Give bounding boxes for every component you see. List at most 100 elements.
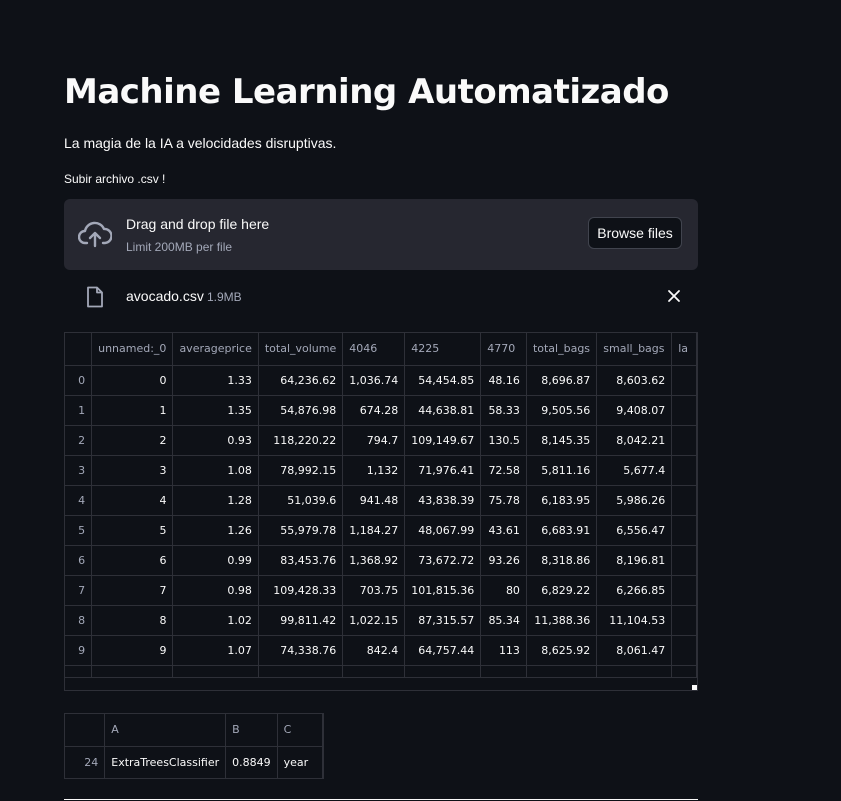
table-cell[interactable]: 1,132	[342, 455, 406, 486]
table-cell[interactable]	[671, 365, 697, 396]
table-cell[interactable]: 74,338.76	[258, 635, 344, 666]
table-cell[interactable]: 7	[91, 575, 174, 606]
table-cell[interactable]: 2	[91, 425, 174, 456]
table-cell[interactable]: 85.34	[480, 605, 527, 636]
table-cell[interactable]: 64,236.62	[258, 365, 344, 396]
table-cell[interactable]: 51,039.6	[258, 485, 344, 516]
table-cell[interactable]: 9,408.07	[596, 395, 673, 426]
table-cell[interactable]: 1,036.74	[342, 365, 406, 396]
table-cell[interactable]: 5,986.26	[596, 485, 673, 516]
table-cell[interactable]: 44,638.81	[404, 395, 482, 426]
table-cell[interactable]	[596, 665, 673, 678]
table-cell[interactable]: 1.28	[172, 485, 259, 516]
column-header[interactable]: B	[225, 714, 278, 747]
table-cell[interactable]: 1.26	[172, 515, 259, 546]
column-header[interactable]: small_bags	[596, 333, 673, 366]
column-header[interactable]: averageprice	[172, 333, 259, 366]
table-cell[interactable]: 118,220.22	[258, 425, 344, 456]
table-cell[interactable]: 5	[91, 515, 174, 546]
table-cell[interactable]: 6,266.85	[596, 575, 673, 606]
table-cell[interactable]: 93.26	[480, 545, 527, 576]
table-cell[interactable]	[671, 575, 697, 606]
table-cell[interactable]: 43,838.39	[404, 485, 482, 516]
table-cell[interactable]	[671, 425, 697, 456]
table-cell[interactable]: 54,454.85	[404, 365, 482, 396]
table-cell[interactable]	[671, 455, 697, 486]
table-cell[interactable]: 72.58	[480, 455, 527, 486]
table-cell[interactable]: 48.16	[480, 365, 527, 396]
table-cell[interactable]: 794.7	[342, 425, 406, 456]
table-cell[interactable]: 11,104.53	[596, 605, 673, 636]
table-cell[interactable]: 9	[91, 635, 174, 666]
table-cell[interactable]: 99,811.42	[258, 605, 344, 636]
table-cell[interactable]: 0	[91, 365, 174, 396]
table-cell[interactable]	[671, 515, 697, 546]
table-cell[interactable]: 75.78	[480, 485, 527, 516]
table-cell[interactable]: 8,042.21	[596, 425, 673, 456]
table-cell[interactable]	[480, 665, 527, 678]
column-header[interactable]: 4770	[480, 333, 527, 366]
table-cell[interactable]: 9,505.56	[526, 395, 598, 426]
table-cell[interactable]: 8,061.47	[596, 635, 673, 666]
table-cell[interactable]: 8,145.35	[526, 425, 598, 456]
table-cell[interactable]: 73,672.72	[404, 545, 482, 576]
table-cell[interactable]: 1.33	[172, 365, 259, 396]
column-header[interactable]: 4225	[404, 333, 482, 366]
table-cell[interactable]: 113	[480, 635, 527, 666]
column-header[interactable]: total_bags	[526, 333, 598, 366]
table-cell[interactable]: 58.33	[480, 395, 527, 426]
table-cell[interactable]: 8,625.92	[526, 635, 598, 666]
table-cell[interactable]: 0.98	[172, 575, 259, 606]
table-cell[interactable]: 1.02	[172, 605, 259, 636]
table-cell[interactable]	[258, 665, 344, 678]
table-cell[interactable]: 8,603.62	[596, 365, 673, 396]
table-cell[interactable]: 5,811.16	[526, 455, 598, 486]
column-header[interactable]: 4046	[342, 333, 406, 366]
table-cell[interactable]: 64,757.44	[404, 635, 482, 666]
table-cell[interactable]: 1,184.27	[342, 515, 406, 546]
table-cell[interactable]: 43.61	[480, 515, 527, 546]
table-cell[interactable]: 55,979.78	[258, 515, 344, 546]
table-cell[interactable]: 83,453.76	[258, 545, 344, 576]
table-cell[interactable]: 4	[91, 485, 174, 516]
table-cell[interactable]: 3	[91, 455, 174, 486]
table-cell[interactable]: 5,677.4	[596, 455, 673, 486]
table-cell[interactable]: 941.48	[342, 485, 406, 516]
table-cell[interactable]: 71,976.41	[404, 455, 482, 486]
table-cell[interactable]: year	[277, 746, 323, 778]
column-header[interactable]: unnamed:_0	[91, 333, 174, 366]
table-cell[interactable]: 8,318.86	[526, 545, 598, 576]
table-cell[interactable]: 101,815.36	[404, 575, 482, 606]
table-cell[interactable]: 6,829.22	[526, 575, 598, 606]
column-header[interactable]: total_volume	[258, 333, 344, 366]
table-cell[interactable]	[671, 605, 697, 636]
table-cell[interactable]: 6,683.91	[526, 515, 598, 546]
table-cell[interactable]: 8	[91, 605, 174, 636]
table-cell[interactable]	[342, 665, 406, 678]
table-cell[interactable]: 703.75	[342, 575, 406, 606]
column-header[interactable]: A	[104, 714, 227, 747]
table-cell[interactable]	[671, 635, 697, 666]
table-cell[interactable]	[172, 665, 259, 678]
column-header[interactable]: C	[277, 714, 323, 747]
table-cell[interactable]	[404, 665, 482, 678]
table-cell[interactable]: 109,149.67	[404, 425, 482, 456]
table-cell[interactable]: 48,067.99	[404, 515, 482, 546]
table-cell[interactable]	[671, 485, 697, 516]
table-cell[interactable]: 1,022.15	[342, 605, 406, 636]
table-cell[interactable]: 11,388.36	[526, 605, 598, 636]
table-cell[interactable]: 0.8849	[225, 746, 278, 778]
table-cell[interactable]: 1,368.92	[342, 545, 406, 576]
table-cell[interactable]: 130.5	[480, 425, 527, 456]
table-cell[interactable]: ExtraTreesClassifier	[104, 746, 227, 778]
table-cell[interactable]: 80	[480, 575, 527, 606]
table-cell[interactable]: 1.07	[172, 635, 259, 666]
table-cell[interactable]: 6,183.95	[526, 485, 598, 516]
table-cell[interactable]: 78,992.15	[258, 455, 344, 486]
table-cell[interactable]: 109,428.33	[258, 575, 344, 606]
table-cell[interactable]	[671, 545, 697, 576]
table-cell[interactable]: 6,556.47	[596, 515, 673, 546]
table-cell[interactable]: 842.4	[342, 635, 406, 666]
table-cell[interactable]: 1	[91, 395, 174, 426]
table-cell[interactable]: 54,876.98	[258, 395, 344, 426]
